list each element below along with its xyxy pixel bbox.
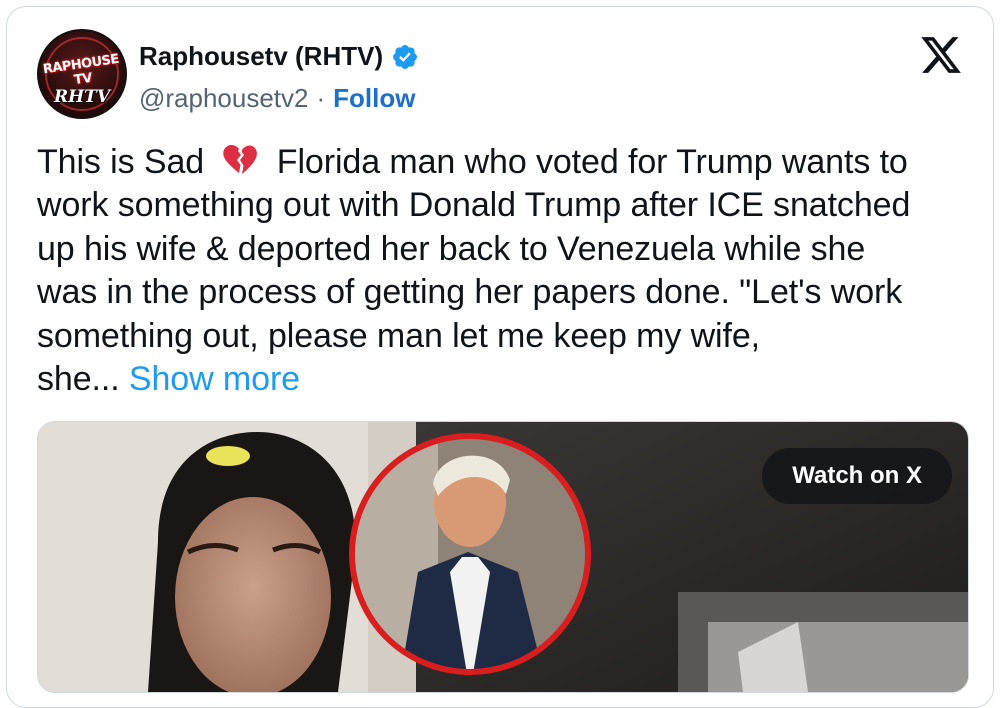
- tweet-line: something out, please man let me keep my…: [37, 316, 760, 355]
- broken-heart-icon: [223, 145, 258, 174]
- author-handle-row: @raphousetv2 · Follow: [139, 83, 416, 114]
- follow-link[interactable]: Follow: [333, 83, 415, 114]
- author-handle[interactable]: @raphousetv2: [139, 83, 309, 114]
- tweet-line: she... Show more: [37, 360, 300, 399]
- author-avatar[interactable]: RAPHOUSE TV RHTV: [37, 29, 127, 119]
- verified-badge-icon: [393, 44, 418, 69]
- separator-dot: ·: [316, 83, 326, 113]
- show-more-link[interactable]: Show more: [129, 360, 300, 398]
- author-name-row: Raphousetv (RHTV): [139, 41, 419, 72]
- video-thumbnail[interactable]: Watch on X: [37, 421, 969, 693]
- tweet-body: This is Sad Florida man who voted for Tr…: [37, 141, 977, 401]
- tweet-line: work something out with Donald Trump aft…: [37, 186, 911, 225]
- x-logo-icon[interactable]: [919, 33, 963, 77]
- tweet-line: up his wife & deported her back to Venez…: [37, 229, 866, 268]
- tweet-card[interactable]: RAPHOUSE TV RHTV Raphousetv (RHTV) @raph…: [6, 6, 994, 708]
- tweet-line: was in the process of getting her papers…: [37, 273, 903, 312]
- author-display-name[interactable]: Raphousetv (RHTV): [139, 41, 383, 72]
- tweet-line: This is Sad Florida man who voted for Tr…: [37, 143, 908, 181]
- watch-on-x-button[interactable]: Watch on X: [762, 448, 952, 504]
- avatar-logo-bottom: RHTV: [53, 87, 111, 107]
